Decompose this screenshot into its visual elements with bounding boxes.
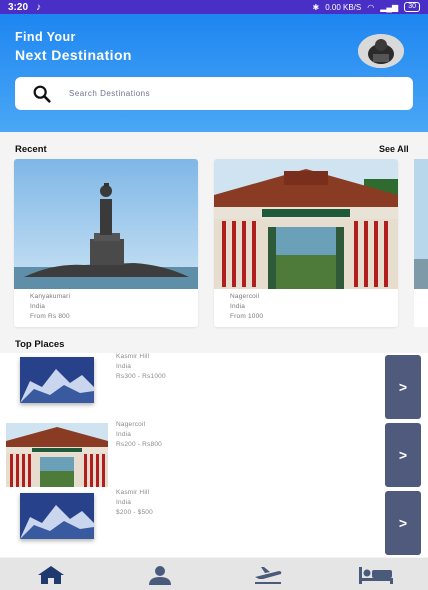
place-country: India — [116, 363, 132, 370]
top-place-item-3[interactable]: Kasmir Hill India $200 - $500 > — [0, 489, 428, 557]
top-places-title: Top Places — [15, 339, 65, 350]
nav-profile[interactable] — [140, 564, 180, 586]
destination-photo — [414, 159, 428, 289]
status-time: 3:20 — [8, 1, 29, 13]
open-place-button[interactable]: > — [385, 423, 421, 487]
card-country: India — [30, 303, 46, 310]
card-name: Kanyakumari — [30, 293, 71, 300]
profile-icon — [149, 566, 171, 585]
music-note-icon: ♪ — [36, 1, 42, 13]
card-price: From Rs 800 — [30, 313, 70, 320]
card-price: From 1000 — [230, 313, 264, 320]
home-icon — [38, 566, 64, 584]
palace-gate-photo — [214, 159, 398, 289]
place-name: Kasmir Hill — [116, 353, 150, 360]
palace-gate-photo — [6, 423, 108, 487]
card-name: Nagercoil — [230, 293, 260, 300]
hotel-bed-icon — [359, 567, 393, 584]
status-bar: 3:20 ♪ ✱ 0.00 KB/S ◠ ▂▄▆ 30 — [0, 0, 428, 14]
search-input[interactable] — [69, 89, 369, 98]
wifi-icon: ◠ — [367, 2, 375, 12]
open-place-button[interactable]: > — [385, 355, 421, 419]
recent-card-1[interactable]: Kanyakumari India From Rs 800 — [14, 159, 198, 327]
place-price: Rs200 - Rs800 — [116, 441, 162, 448]
place-country: India — [116, 431, 132, 438]
place-name: Kasmir Hill — [116, 489, 150, 496]
recent-card-3-peek[interactable] — [414, 159, 428, 327]
place-price: $200 - $500 — [116, 509, 153, 516]
place-name: Nagercoil — [116, 421, 146, 428]
flight-icon — [255, 567, 282, 584]
open-place-button[interactable]: > — [385, 491, 421, 555]
place-price: Rs300 - Rs1000 — [116, 373, 166, 380]
recent-card-2[interactable]: Nagercoil India From 1000 — [214, 159, 398, 327]
place-country: India — [116, 499, 132, 506]
card-country: India — [230, 303, 246, 310]
search-bar[interactable] — [15, 77, 413, 110]
signal-icon: ▂▄▆ — [380, 2, 399, 12]
recent-title: Recent — [15, 144, 47, 155]
bottom-nav — [0, 558, 428, 590]
top-place-item-2[interactable]: Nagercoil India Rs200 - Rs800 > — [0, 421, 428, 489]
top-place-item-1[interactable]: Kasmir Hill India Rs300 - Rs1000 > — [0, 353, 428, 421]
battery-icon: 30 — [404, 2, 420, 12]
nav-hotels[interactable] — [356, 564, 396, 586]
mountain-photo — [20, 493, 94, 539]
mountain-photo — [20, 357, 94, 403]
header-title-line2: Next Destination — [15, 47, 132, 63]
nav-flights[interactable] — [248, 564, 288, 586]
search-icon — [33, 85, 51, 103]
status-icons: ✱ 0.00 KB/S ◠ ▂▄▆ 30 — [312, 2, 420, 12]
bluetooth-icon: ✱ — [312, 2, 320, 12]
header: Find Your Next Destination — [0, 14, 428, 132]
network-speed: 0.00 KB/S — [325, 2, 362, 12]
nav-home[interactable] — [31, 564, 71, 586]
see-all-link[interactable]: See All — [379, 144, 409, 154]
statue-on-rock-photo — [14, 159, 198, 289]
header-title-line1: Find Your — [15, 30, 76, 44]
avatar[interactable] — [358, 34, 404, 68]
